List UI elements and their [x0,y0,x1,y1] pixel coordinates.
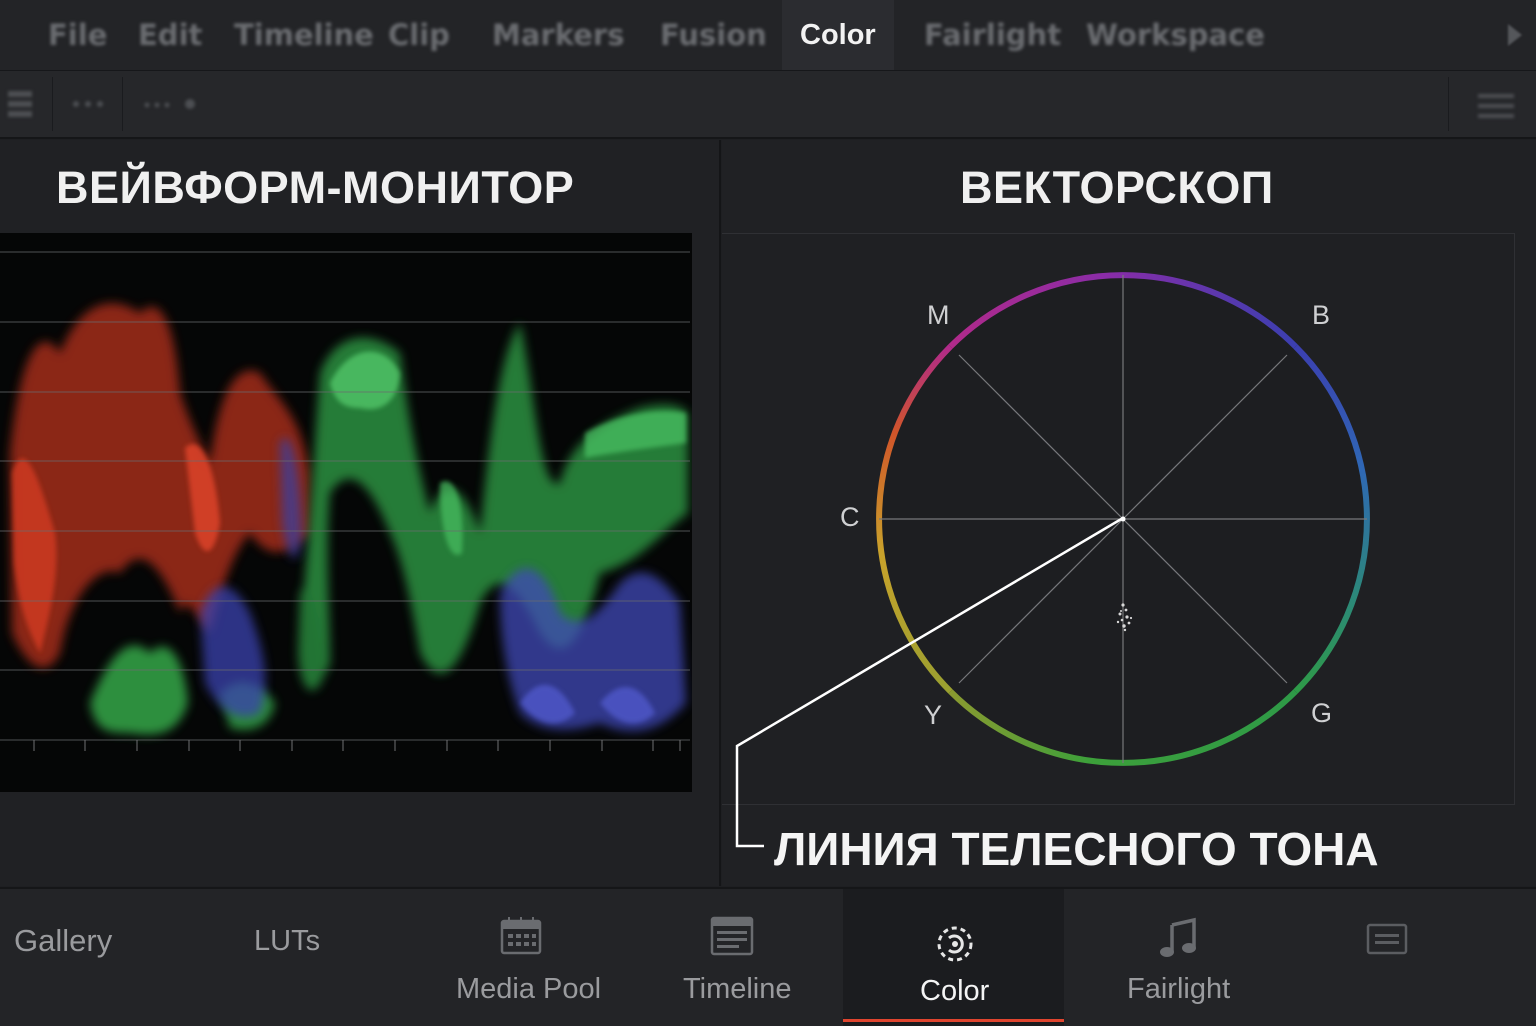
menu-overflow-arrow-icon[interactable] [1508,24,1522,46]
hamburger-menu-icon[interactable] [1476,91,1516,121]
menu-timeline[interactable]: Timeline [234,0,374,70]
waveform-panel: ВЕЙВФОРМ-МОНИТОР [0,140,721,886]
media-pool-tab[interactable]: Media Pool [456,973,601,1006]
gallery-button[interactable]: Gallery [14,923,112,959]
luts-button[interactable]: LUTs [254,925,320,958]
target-label-green: G [1311,698,1333,728]
menu-fairlight[interactable]: Fairlight [924,0,1061,70]
menu-clip[interactable]: Clip [388,0,450,70]
page-navigation-bar: Gallery LUTs Media Pool Timeline Color F… [0,887,1536,1026]
menu-file[interactable]: File [48,0,107,70]
panel-toggle-icon[interactable] [6,89,34,121]
menu-edit[interactable]: Edit [138,0,202,70]
target-label-cyan: C [840,502,860,532]
toolbar-divider [122,77,123,131]
toolbar-divider [52,77,53,131]
menu-markers[interactable]: Markers [492,0,624,70]
menu-color[interactable]: Color [782,0,894,70]
waveform-graphic [0,251,690,751]
toolbar [0,71,1536,139]
target-label-magenta: M [927,300,950,330]
skin-tone-line-label: ЛИНИЯ ТЕЛЕСНОГО ТОНА [774,823,1379,875]
menu-bar: File Edit Timeline Clip Markers Fusion C… [0,0,1536,71]
target-label-yellow: Y [924,700,943,730]
vectorscope-title: ВЕКТОРСКОП [960,162,1274,213]
music-note-icon[interactable] [1158,917,1200,959]
active-tab-underline [843,1019,1064,1022]
deliver-icon[interactable] [1366,923,1408,955]
viewer-options-icon[interactable] [142,97,202,113]
timeline-icon[interactable] [710,916,754,956]
color-wheel-icon[interactable] [935,924,975,964]
menu-fusion[interactable]: Fusion [660,0,767,70]
waveform-title: ВЕЙВФОРМ-МОНИТОР [56,162,575,213]
target-label-blue: B [1312,300,1331,330]
vectorscope-center-dot [1120,516,1126,522]
media-pool-icon[interactable] [500,916,542,956]
timeline-tab[interactable]: Timeline [683,973,792,1006]
more-options-icon[interactable] [70,97,110,111]
waveform-ticks [33,740,681,751]
vectorscope-panel: ВЕКТОРСКОП M B C Y G [722,140,1536,886]
color-tab[interactable]: Color [920,975,989,1008]
waveform-red-trace [10,303,310,668]
menu-workspace[interactable]: Workspace [1086,0,1265,70]
waveform-scope [0,233,692,792]
toolbar-divider [1448,77,1449,131]
fairlight-tab[interactable]: Fairlight [1127,973,1230,1006]
